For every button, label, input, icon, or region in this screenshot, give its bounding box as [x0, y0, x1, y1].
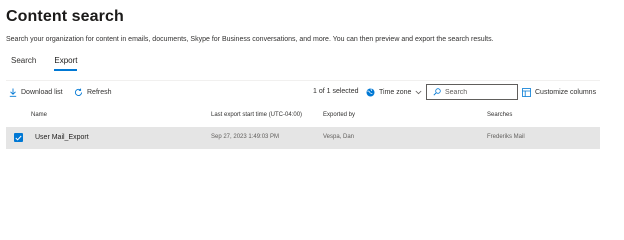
search-input[interactable] — [445, 88, 515, 96]
tab-export[interactable]: Export — [49, 56, 82, 72]
tab-bar: Search Export — [6, 56, 82, 72]
search-box[interactable] — [426, 84, 518, 100]
page-description: Search your organization for content in … — [6, 36, 494, 43]
columns-icon — [522, 87, 531, 97]
refresh-button[interactable]: Refresh — [74, 86, 112, 98]
download-list-label: Download list — [21, 88, 63, 96]
column-header-name[interactable]: Name — [31, 112, 47, 118]
timezone-label: Time zone — [379, 88, 412, 96]
page-title: Content search — [6, 8, 124, 25]
search-icon — [433, 88, 441, 96]
customize-columns-label: Customize columns — [535, 88, 597, 96]
column-header-exported-by[interactable]: Exported by — [323, 112, 355, 118]
download-list-button[interactable]: Download list — [9, 86, 63, 98]
row-name[interactable]: User Mail_Export — [35, 134, 89, 141]
row-last-export: Sep 27, 2023 1:49:03 PM — [211, 134, 280, 140]
globe-icon — [366, 88, 375, 96]
refresh-label: Refresh — [87, 88, 112, 96]
row-exported-by: Vespa, Dan — [323, 134, 355, 140]
column-header-searches[interactable]: Searches — [487, 112, 512, 118]
selection-count: 1 of 1 selected — [313, 88, 359, 95]
row-searches: Frederiks Mail — [487, 134, 525, 140]
toolbar-divider — [6, 80, 600, 81]
refresh-icon — [74, 88, 83, 96]
checkmark-icon — [15, 135, 22, 141]
table-row[interactable]: User Mail_Export Sep 27, 2023 1:49:03 PM… — [6, 127, 600, 149]
download-icon — [9, 88, 17, 97]
customize-columns-button[interactable]: Customize columns — [522, 86, 596, 98]
table-header: Name Last export start time (UTC-04:00) … — [6, 108, 600, 124]
tab-search[interactable]: Search — [6, 56, 41, 72]
timezone-dropdown[interactable]: Time zone — [366, 86, 426, 98]
chevron-down-icon — [415, 90, 422, 94]
row-checkbox[interactable] — [14, 133, 23, 142]
column-header-last-export[interactable]: Last export start time (UTC-04:00) — [211, 112, 302, 118]
